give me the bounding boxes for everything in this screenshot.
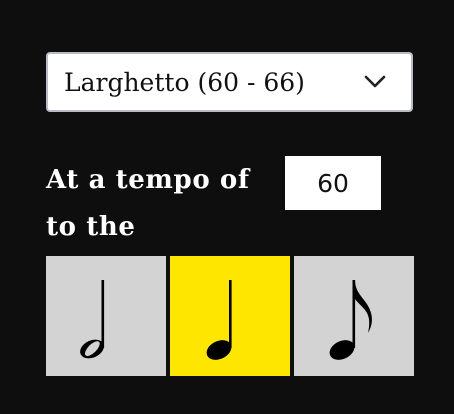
- note-value-selector: [46, 256, 415, 376]
- tempo-select-value: Larghetto (60 - 66): [64, 67, 305, 97]
- half-note-icon: [76, 266, 136, 366]
- bpm-input[interactable]: [285, 156, 381, 210]
- chevron-down-icon: [363, 70, 387, 94]
- eighth-note-button[interactable]: [294, 256, 414, 376]
- tempo-prompt-label: At a tempo of: [46, 165, 250, 195]
- half-note-button[interactable]: [46, 256, 166, 376]
- quarter-note-button[interactable]: [170, 256, 290, 376]
- tempo-select[interactable]: Larghetto (60 - 66): [46, 52, 413, 112]
- note-prompt-label: to the: [46, 212, 136, 242]
- eighth-note-icon: [324, 266, 384, 366]
- quarter-note-icon: [200, 266, 260, 366]
